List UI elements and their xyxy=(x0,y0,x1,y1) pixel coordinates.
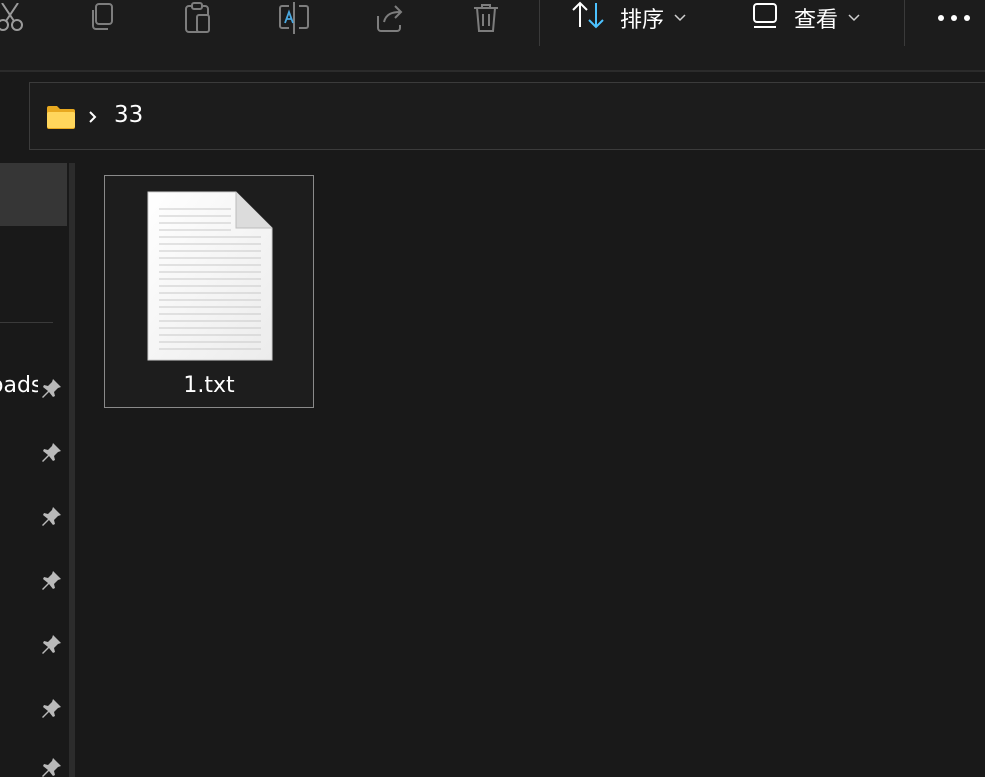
pin-icon[interactable] xyxy=(40,696,64,720)
share-button[interactable] xyxy=(370,0,410,36)
sort-label: 排序 xyxy=(620,8,665,33)
view-button[interactable]: 查看 xyxy=(752,0,860,36)
cut-button[interactable] xyxy=(0,0,30,36)
command-bar: 排序 查看 xyxy=(0,0,985,70)
nav-item-selected[interactable] xyxy=(0,163,67,226)
rename-button[interactable] xyxy=(274,0,314,36)
share-icon xyxy=(374,2,406,34)
pin-icon[interactable] xyxy=(40,757,64,777)
view-label: 查看 xyxy=(794,8,839,33)
toolbar-divider xyxy=(904,0,905,46)
sort-arrows-icon xyxy=(570,0,606,36)
address-bar[interactable]: 33 xyxy=(29,82,985,150)
nav-divider xyxy=(0,322,53,323)
copy-icon xyxy=(87,2,117,34)
toolbar-separator xyxy=(0,70,985,72)
pin-icon[interactable] xyxy=(40,632,64,656)
nav-pane-scrollbar[interactable] xyxy=(69,163,75,777)
file-name: 1.txt xyxy=(183,373,235,398)
chevron-right-icon xyxy=(88,109,98,128)
chevron-down-icon xyxy=(674,14,686,22)
delete-button[interactable] xyxy=(466,0,506,36)
paste-icon xyxy=(183,1,213,35)
pin-icon[interactable] xyxy=(40,568,64,592)
pin-icon[interactable] xyxy=(40,440,64,464)
file-item[interactable]: 1.txt xyxy=(104,175,314,408)
folder-icon xyxy=(46,105,76,133)
text-document-icon xyxy=(147,191,273,365)
chevron-down-icon xyxy=(848,14,860,22)
rename-icon xyxy=(277,1,311,35)
view-icon xyxy=(752,1,780,35)
scissors-icon xyxy=(0,3,24,33)
breadcrumb-current-folder[interactable]: 33 xyxy=(114,102,143,128)
toolbar-divider xyxy=(539,0,540,46)
copy-button[interactable] xyxy=(82,0,122,36)
pin-icon[interactable] xyxy=(40,376,64,400)
more-icon xyxy=(937,14,971,22)
paste-button[interactable] xyxy=(178,0,218,36)
nav-item-downloads-label[interactable]: oads xyxy=(0,373,38,398)
more-options-button[interactable] xyxy=(934,0,974,36)
sort-button[interactable]: 排序 xyxy=(570,0,686,36)
pin-icon[interactable] xyxy=(40,504,64,528)
delete-icon xyxy=(471,2,501,34)
